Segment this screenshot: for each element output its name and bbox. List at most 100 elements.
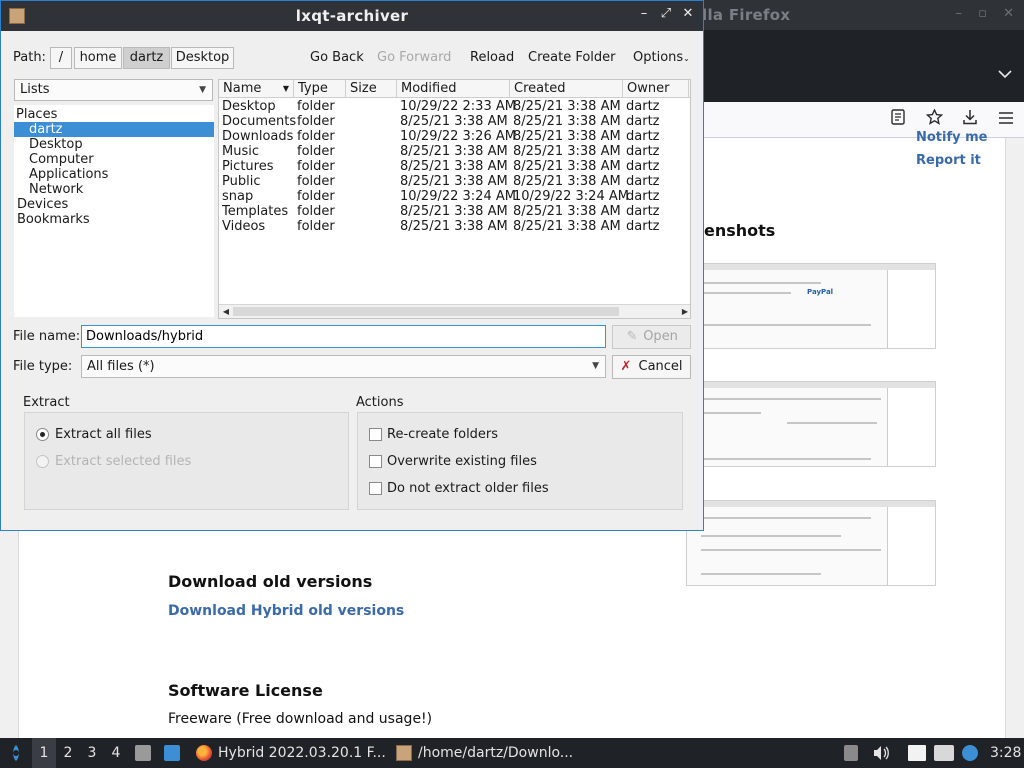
downloads-icon[interactable] [952,108,988,132]
overwrite-existing-checkbox[interactable] [369,455,382,468]
dialog-titlebar[interactable]: lxqt-archiver – ⤢ ✕ [1,1,703,31]
maximize-icon[interactable]: ⤢ [659,6,673,21]
table-row[interactable]: Music folder 8/25/21 3:38 AM 8/25/21 3:38 A… [219,144,690,159]
table-row[interactable]: Pictures folder 8/25/21 3:38 AM 8/25/21 3:3… [219,159,690,174]
minimize-icon[interactable]: – [637,6,651,21]
scroll-left-icon[interactable]: ◀ [219,305,233,318]
maximize-icon[interactable]: ▫ [978,6,987,21]
column-header-created[interactable]: Created [510,80,623,98]
table-row[interactable]: Public folder 8/25/21 3:38 AM 8/25/21 3:38 … [219,174,690,189]
column-header-type[interactable]: Type [294,80,346,98]
file-name-input[interactable] [81,325,606,348]
screenshot-thumbnail[interactable] [686,500,936,586]
scrollbar-thumb[interactable] [233,307,619,316]
file-type-cell: folder [297,114,335,129]
file-name-cell: Public [222,174,261,189]
place-applications[interactable]: Applications [14,167,214,182]
cancel-button[interactable]: ✗ Cancel [612,355,691,379]
place-computer[interactable]: Computer [14,152,214,167]
keyboard-icon[interactable] [934,745,954,761]
desktop-switch-1[interactable]: 1 [32,738,56,768]
column-header-owner[interactable]: Owner [623,80,689,98]
file-name-cell: Videos [222,219,266,234]
firefox-icon [196,745,212,761]
extract-selected-label[interactable]: Extract selected files [55,454,191,469]
column-header-name[interactable]: Name ▼ [219,80,294,98]
firefox-toolbar-icons [880,108,1024,132]
path-segment-home[interactable]: home [74,47,122,69]
table-row[interactable]: Videos folder 8/25/21 3:38 AM 8/25/21 3:38 … [219,219,690,234]
open-button[interactable]: ✎ Open [612,325,691,349]
extract-all-label[interactable]: Extract all files [55,427,152,442]
desktop-switch-4[interactable]: 4 [104,738,128,768]
file-name-cell: Pictures [222,159,274,174]
desktop-switch-2[interactable]: 2 [56,738,80,768]
file-manager-icon[interactable] [135,745,151,761]
go-forward-button[interactable]: Go Forward [377,50,451,65]
table-row[interactable]: Desktop folder 10/29/22 2:33 AM 8/25/21 3:3… [219,99,690,114]
notification-icon[interactable] [962,745,978,761]
path-label: Path: [13,50,46,65]
place-dartz[interactable]: dartz [14,122,214,137]
file-created-cell: 8/25/21 3:38 AM [513,204,621,219]
no-older-files-label[interactable]: Do not extract older files [387,481,549,496]
reader-view-icon[interactable] [880,108,916,132]
recreate-folders-checkbox[interactable] [369,428,382,441]
bookmark-star-icon[interactable] [916,108,952,132]
no-older-files-checkbox[interactable] [369,482,382,495]
options-button[interactable]: Options⌄ [633,50,690,65]
go-back-button[interactable]: Go Back [310,50,364,65]
table-row[interactable]: snap folder 10/29/22 3:24 AM 10/29/22 3:24 … [219,189,690,204]
places-header[interactable]: Places [14,107,214,122]
table-row[interactable]: Templates folder 8/25/21 3:38 AM 8/25/21 3:… [219,204,690,219]
place-network[interactable]: Network [14,182,214,197]
taskbar-task-archiver[interactable]: /home/dartz/Downlo... [418,738,573,768]
volume-icon[interactable] [872,745,890,761]
path-segment-desktop[interactable]: Desktop [171,47,234,69]
file-owner-cell: dartz [626,219,660,234]
close-icon[interactable]: ✕ [681,6,695,21]
column-header-modified[interactable]: Modified [397,80,510,98]
show-desktop-icon[interactable] [164,745,180,761]
file-created-cell: 8/25/21 3:38 AM [513,114,621,129]
report-it-link[interactable]: Report it [916,153,981,168]
minimize-icon[interactable]: – [956,6,963,21]
place-desktop[interactable]: Desktop [14,137,214,152]
path-segment-root[interactable]: / [50,47,72,69]
scroll-right-icon[interactable]: ▶ [678,305,690,318]
reload-button[interactable]: Reload [470,50,514,65]
column-header-size[interactable]: Size [346,80,397,98]
extract-all-radio[interactable] [36,428,49,441]
file-type-cell: folder [297,174,335,189]
start-menu-icon[interactable] [6,743,26,763]
chevron-down-icon[interactable] [998,67,1012,83]
file-modified-cell: 10/29/22 3:26 AM [400,129,516,144]
close-icon[interactable]: ✕ [1003,6,1014,21]
bookmarks-header[interactable]: Bookmarks [14,212,214,227]
menu-icon[interactable] [988,108,1024,132]
desktop-switch-3[interactable]: 3 [80,738,104,768]
devices-header[interactable]: Devices [14,197,214,212]
table-row[interactable]: Downloads folder 10/29/22 3:26 AM 8/25/21 3… [219,129,690,144]
screenshot-thumbnail[interactable]: PayPal [686,263,936,349]
taskbar-task-firefox[interactable]: Hybrid 2022.03.20.1 F... [218,738,386,768]
horizontal-scrollbar[interactable]: ◀ ▶ [219,304,690,318]
overwrite-existing-label[interactable]: Overwrite existing files [387,454,537,469]
file-type-combo[interactable]: All files (*) ▼ [81,355,606,378]
clock[interactable]: 3:28 [990,738,1021,768]
file-list[interactable]: Name ▼ Type Size Modified Created Owner D… [218,79,691,319]
file-owner-cell: dartz [626,144,660,159]
create-folder-button[interactable]: Create Folder [528,50,616,65]
extract-selected-radio[interactable] [36,455,49,468]
open-icon: ✎ [626,329,638,344]
lists-view-combo[interactable]: Lists ▼ [14,79,213,101]
dialog-window-controls: – ⤢ ✕ [637,6,695,21]
recreate-folders-label[interactable]: Re-create folders [387,427,498,442]
notify-me-link[interactable]: Notify me [916,130,988,145]
path-segment-dartz[interactable]: dartz [123,47,170,69]
table-row[interactable]: Documents folder 8/25/21 3:38 AM 8/25/21 3:… [219,114,690,129]
download-old-versions-link[interactable]: Download Hybrid old versions [168,603,404,619]
screenshot-thumbnail[interactable] [686,381,936,467]
clipboard-icon[interactable] [908,745,926,761]
removable-media-icon[interactable] [844,745,858,761]
